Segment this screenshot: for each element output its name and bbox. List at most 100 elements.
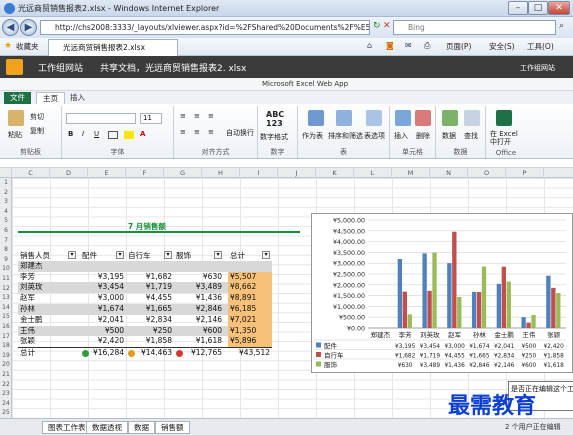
value-cell[interactable]: ¥4,455: [126, 293, 174, 304]
salesperson-cell[interactable]: 李芳: [18, 272, 78, 283]
column-header[interactable]: M: [392, 168, 430, 178]
value-cell[interactable]: [80, 261, 126, 272]
stop-icon[interactable]: ✕: [383, 21, 391, 31]
column-header[interactable]: N: [430, 168, 468, 178]
value-cell[interactable]: ¥630: [174, 272, 224, 283]
value-cell[interactable]: ¥2,146: [174, 315, 224, 326]
excel-icon[interactable]: [496, 110, 512, 126]
row-header[interactable]: 4: [0, 207, 12, 217]
value-cell[interactable]: [126, 261, 174, 272]
value-cell[interactable]: ¥3,489: [174, 282, 224, 293]
menu-safety[interactable]: 安全(S): [489, 41, 515, 52]
row-header[interactable]: 6: [0, 226, 12, 236]
table-options-icon[interactable]: [366, 110, 382, 126]
site-link-right[interactable]: 工作组网站: [520, 63, 555, 73]
copy-button[interactable]: 复制: [30, 126, 44, 136]
row-header[interactable]: 23: [0, 389, 12, 399]
align-center-icon[interactable]: ≡: [194, 128, 200, 136]
row-header[interactable]: 20: [0, 360, 12, 370]
row-header[interactable]: 18: [0, 341, 12, 351]
salesperson-cell[interactable]: 张颖: [18, 336, 78, 347]
sort-filter-button[interactable]: 排序和筛选: [328, 131, 363, 141]
value-cell[interactable]: ¥1,350: [228, 325, 272, 337]
data-icon[interactable]: [442, 110, 458, 126]
rss-icon[interactable]: ◙: [386, 41, 394, 50]
font-size-input[interactable]: 11: [140, 113, 162, 124]
column-header[interactable]: K: [316, 168, 354, 178]
column-header[interactable]: D: [50, 168, 88, 178]
column-header[interactable]: E: [88, 168, 126, 178]
paste-icon[interactable]: [8, 110, 24, 126]
table-icon[interactable]: [308, 110, 324, 126]
sort-icon[interactable]: [336, 110, 352, 126]
value-cell[interactable]: ¥500: [80, 326, 126, 337]
forward-icon[interactable]: ▶: [20, 19, 37, 36]
home-icon[interactable]: ⌂: [367, 41, 372, 50]
row-header[interactable]: 25: [0, 408, 12, 418]
row-header[interactable]: 17: [0, 332, 12, 342]
browser-tab[interactable]: 光远商贸销售报表2.xlsx: [48, 39, 178, 56]
value-cell[interactable]: [174, 261, 224, 272]
italic-button[interactable]: I: [82, 130, 84, 138]
filter-dropdown-icon[interactable]: ▾: [262, 251, 270, 259]
mail-icon[interactable]: ✉: [405, 41, 412, 50]
font-name-input[interactable]: [66, 113, 136, 124]
salesperson-cell[interactable]: 金士鹏: [18, 315, 78, 326]
number-format-icon[interactable]: ABC 123: [266, 110, 284, 128]
row-header[interactable]: 9: [0, 255, 12, 265]
formula-bar[interactable]: [0, 159, 573, 168]
row-header[interactable]: 21: [0, 370, 12, 380]
find-button[interactable]: 查找: [464, 131, 478, 141]
value-cell[interactable]: ¥7,021: [228, 314, 272, 326]
row-header[interactable]: 16: [0, 322, 12, 332]
column-header[interactable]: I: [240, 168, 278, 178]
menu-page[interactable]: 页面(P): [446, 41, 471, 52]
row-header[interactable]: 7: [0, 236, 12, 246]
value-cell[interactable]: ¥8,662: [228, 282, 272, 294]
row-header[interactable]: 3: [0, 197, 12, 207]
breadcrumb[interactable]: 共享文档，光远商贸销售报表2. xlsx: [100, 61, 246, 74]
value-cell[interactable]: ¥2,420: [80, 336, 126, 347]
value-cell[interactable]: ¥600: [174, 326, 224, 337]
row-header[interactable]: 19: [0, 351, 12, 361]
column-header[interactable]: F: [126, 168, 164, 178]
sheet-tab[interactable]: 销售额: [155, 421, 190, 434]
salesperson-cell[interactable]: 赵军: [18, 293, 78, 304]
value-cell[interactable]: ¥2,041: [80, 315, 126, 326]
sheet-tab[interactable]: 图表工作表: [42, 421, 92, 434]
filter-dropdown-icon[interactable]: ▾: [164, 251, 172, 259]
value-cell[interactable]: ¥1,719: [126, 282, 174, 293]
column-header[interactable]: J: [278, 168, 316, 178]
value-cell[interactable]: ¥1,858: [126, 336, 174, 347]
fill-color-icon[interactable]: [124, 131, 134, 139]
row-header[interactable]: 22: [0, 380, 12, 390]
row-header[interactable]: 11: [0, 274, 12, 284]
favorites-label[interactable]: 收藏夹: [16, 41, 39, 52]
number-format-button[interactable]: 数字格式: [260, 132, 288, 142]
format-as-table-button[interactable]: 作为表: [302, 131, 323, 141]
search-input[interactable]: Bing: [393, 20, 556, 35]
column-header[interactable]: C: [12, 168, 50, 178]
print-icon[interactable]: ⎙: [424, 41, 430, 51]
delete-button[interactable]: 删除: [416, 131, 430, 141]
value-cell[interactable]: ¥1,674: [80, 304, 126, 315]
salesperson-cell[interactable]: 郑建杰: [18, 261, 78, 272]
column-header[interactable]: H: [202, 168, 240, 178]
row-header[interactable]: 14: [0, 303, 12, 313]
value-cell[interactable]: ¥3,000: [80, 293, 126, 304]
row-header[interactable]: 24: [0, 399, 12, 409]
sales-chart[interactable]: ¥0.00 ¥500.00 ¥1,000.00 ¥1,500.00 ¥2,000.00 ¥…: [311, 213, 573, 373]
filter-dropdown-icon[interactable]: ▾: [68, 251, 76, 259]
value-cell[interactable]: ¥6,185: [228, 304, 272, 315]
row-header[interactable]: 5: [0, 216, 12, 226]
value-cell[interactable]: ¥8,891: [228, 293, 272, 304]
row-header[interactable]: 10: [0, 264, 12, 274]
close-button[interactable]: ✕: [548, 1, 570, 15]
tab-insert[interactable]: 插入: [64, 92, 91, 104]
value-cell[interactable]: ¥250: [126, 326, 174, 337]
value-cell[interactable]: ¥5,896: [228, 336, 272, 348]
tab-home[interactable]: 主页: [36, 92, 65, 104]
filter-dropdown-icon[interactable]: ▾: [116, 251, 124, 259]
underline-button[interactable]: U: [94, 130, 99, 138]
paste-button[interactable]: 粘贴: [8, 130, 22, 140]
